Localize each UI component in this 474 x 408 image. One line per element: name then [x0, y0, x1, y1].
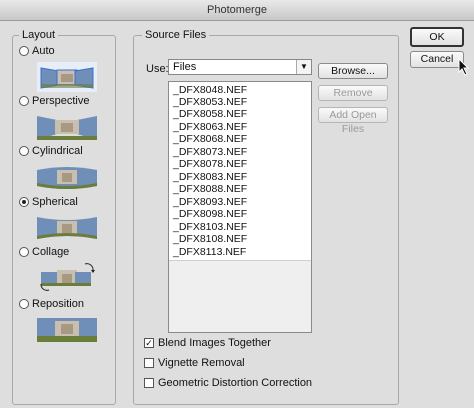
geometric-distortion-option[interactable]: Geometric Distortion Correction — [144, 377, 312, 389]
layout-option-cylindrical[interactable]: Cylindrical — [19, 145, 83, 157]
layout-group: Layout Auto Perspective Cylindrical Sphe… — [12, 29, 116, 405]
vignette-removal-label: Vignette Removal — [158, 357, 245, 369]
layout-option-label: Reposition — [32, 298, 84, 310]
layout-option-label: Perspective — [32, 95, 90, 107]
list-item[interactable]: _DFX8108.NEF — [173, 233, 247, 245]
blend-images-label: Blend Images Together — [158, 337, 271, 349]
collage-preview-icon — [40, 263, 95, 291]
list-item[interactable]: _DFX8093.NEF — [173, 196, 247, 208]
browse-button[interactable]: Browse... — [318, 63, 388, 79]
list-item[interactable]: _DFX8098.NEF — [173, 208, 247, 220]
layout-option-perspective[interactable]: Perspective — [19, 95, 89, 107]
reposition-preview-icon — [37, 318, 97, 342]
list-item[interactable]: _DFX8073.NEF — [173, 146, 247, 158]
layout-option-reposition[interactable]: Reposition — [19, 298, 84, 310]
chevron-down-icon[interactable]: ▼ — [296, 60, 311, 74]
layout-option-label: Spherical — [32, 196, 78, 208]
list-item[interactable]: _DFX8058.NEF — [173, 108, 247, 120]
list-item[interactable]: _DFX8053.NEF — [173, 96, 247, 108]
spherical-preview-icon — [37, 217, 97, 239]
radio-perspective[interactable] — [19, 96, 29, 106]
list-item[interactable]: _DFX8113.NEF — [173, 246, 246, 258]
vignette-removal-checkbox[interactable] — [144, 358, 154, 368]
add-open-files-button[interactable]: Add Open Files — [318, 107, 388, 135]
cursor-icon — [458, 58, 470, 76]
geometric-distortion-checkbox[interactable] — [144, 378, 154, 388]
list-item[interactable]: _DFX8048.NEF — [173, 84, 247, 96]
list-item[interactable]: _DFX8078.NEF — [173, 158, 247, 170]
auto-preview-icon — [37, 62, 97, 92]
list-item[interactable]: _DFX8083.NEF — [173, 171, 247, 183]
cancel-button[interactable]: Cancel — [410, 51, 464, 68]
radio-auto[interactable] — [19, 46, 29, 56]
blend-images-option[interactable]: ✓ Blend Images Together — [144, 337, 271, 349]
list-item[interactable]: _DFX8103.NEF — [173, 221, 247, 233]
list-item[interactable]: _DFX8068.NEF — [173, 133, 247, 145]
geometric-distortion-label: Geometric Distortion Correction — [158, 377, 313, 389]
layout-option-auto[interactable]: Auto — [19, 45, 55, 57]
window-title: Photomerge — [0, 0, 474, 21]
radio-reposition[interactable] — [19, 299, 29, 309]
layout-option-label: Auto — [32, 45, 55, 57]
file-list-empty-area — [169, 260, 311, 332]
use-select[interactable]: Files ▼ — [168, 59, 312, 75]
remove-button[interactable]: Remove — [318, 85, 388, 101]
radio-cylindrical[interactable] — [19, 146, 29, 156]
blend-images-checkbox[interactable]: ✓ — [144, 338, 154, 348]
photomerge-dialog: Layout Auto Perspective Cylindrical Sphe… — [0, 21, 474, 408]
layout-option-label: Cylindrical — [32, 145, 83, 157]
list-item[interactable]: _DFX8088.NEF — [173, 183, 247, 195]
perspective-preview-icon — [37, 116, 97, 140]
source-files-group-label: Source Files — [142, 29, 210, 41]
cylindrical-preview-icon — [37, 167, 97, 189]
layout-option-label: Collage — [32, 246, 70, 258]
layout-group-label: Layout — [19, 29, 59, 41]
layout-option-collage[interactable]: Collage — [19, 246, 69, 258]
radio-collage[interactable] — [19, 247, 29, 257]
use-select-value: Files — [173, 61, 197, 73]
ok-button[interactable]: OK — [410, 27, 464, 47]
radio-spherical[interactable] — [19, 197, 29, 207]
file-list[interactable]: _DFX8048.NEF _DFX8053.NEF _DFX8058.NEF _… — [168, 81, 312, 333]
list-item[interactable]: _DFX8063.NEF — [173, 121, 247, 133]
vignette-removal-option[interactable]: Vignette Removal — [144, 357, 245, 369]
layout-option-spherical[interactable]: Spherical — [19, 196, 78, 208]
use-label: Use: — [146, 63, 169, 75]
